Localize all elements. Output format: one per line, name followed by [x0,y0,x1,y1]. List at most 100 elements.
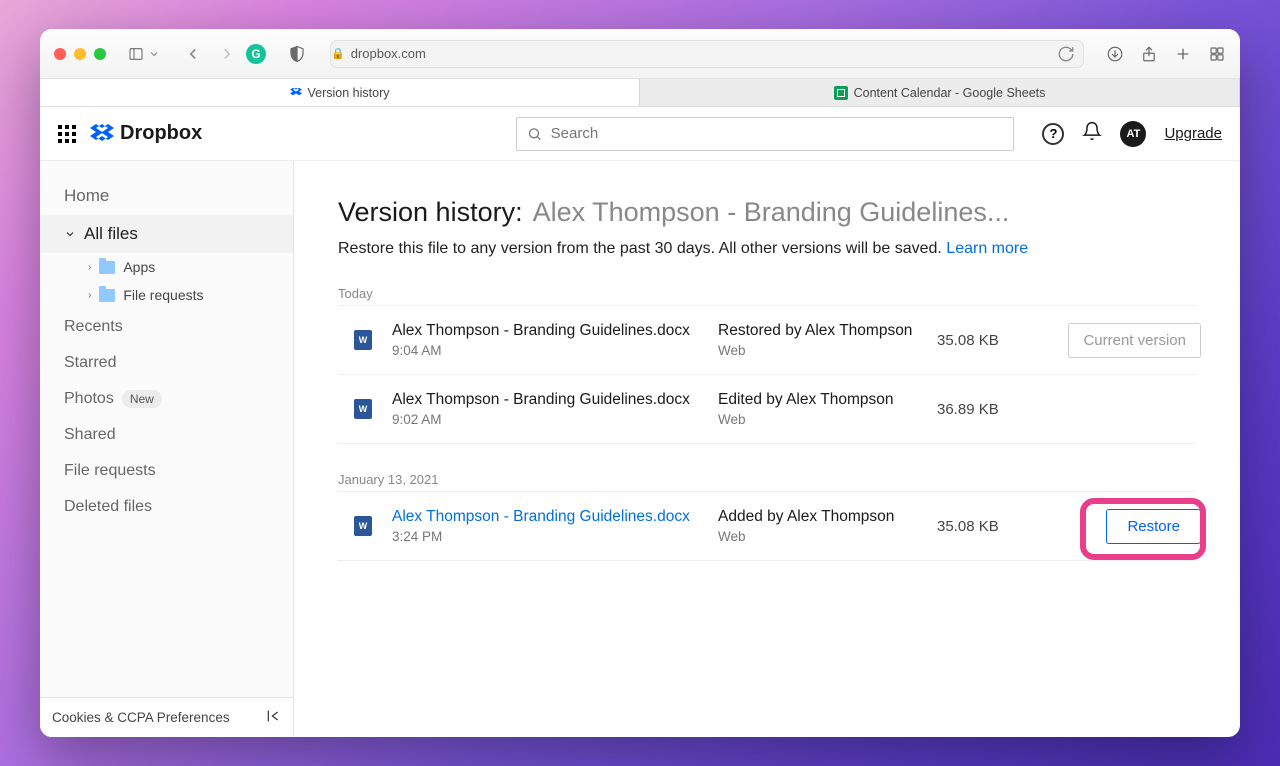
nav-buttons [184,45,236,63]
window-controls [54,48,106,60]
version-group-label: January 13, 2021 [338,472,1196,487]
tab-content-calendar[interactable]: Content Calendar - Google Sheets [640,79,1240,106]
notifications-button[interactable] [1082,121,1102,146]
cookies-preferences-link[interactable]: Cookies & CCPA Preferences [52,710,230,725]
forward-button[interactable] [218,45,236,63]
fullscreen-window-button[interactable] [94,48,106,60]
tab-label: Version history [308,86,390,100]
word-doc-icon [348,394,378,424]
sidebar-item-shared[interactable]: Shared [40,417,293,453]
version-action: Edited by Alex Thompson [718,391,923,409]
search-box[interactable] [516,117,1014,151]
avatar-initials: AT [1127,128,1141,140]
search-input[interactable] [551,125,1004,142]
avatar[interactable]: AT [1120,121,1146,147]
toolbar-right [1106,45,1226,63]
google-sheets-icon [834,86,848,100]
sidebar-item-home[interactable]: Home [40,177,293,215]
sidebar-item-label: File requests [64,462,156,480]
version-action: Added by Alex Thompson [718,508,923,526]
minimize-window-button[interactable] [74,48,86,60]
new-tab-button[interactable] [1174,45,1192,63]
back-button[interactable] [184,45,202,63]
dropbox-icon [90,123,114,145]
sidebar-item-label: Recents [64,318,123,336]
close-window-button[interactable] [54,48,66,60]
share-button[interactable] [1140,45,1158,63]
version-action-column: Restored by Alex Thompson Web [718,322,923,358]
upgrade-link[interactable]: Upgrade [1164,125,1222,142]
search-icon [527,126,542,142]
shield-icon[interactable] [288,45,306,63]
sidebar: Home All files › Apps › File requests Re… [40,161,294,737]
version-button-column: Current version [1051,323,1201,358]
version-row: Alex Thompson - Branding Guidelines.docx… [338,491,1196,561]
lock-icon: 🔒 [331,47,345,60]
version-action-column: Edited by Alex Thompson Web [718,391,923,427]
reload-button[interactable] [1057,45,1075,63]
safari-window: G 🔒 dropbox.com Version history Content … [40,29,1240,737]
sidebar-item-all-files[interactable]: All files [40,215,293,253]
version-source: Web [718,412,923,427]
sidebar-item-label: Photos [64,390,114,408]
word-doc-icon [348,325,378,355]
tab-overview-button[interactable] [1208,45,1226,63]
main-content: Version history: Alex Thompson - Brandin… [294,161,1240,737]
version-time: 9:02 AM [392,412,704,427]
sidebar-item-deleted-files[interactable]: Deleted files [40,489,293,525]
app-body: Home All files › Apps › File requests Re… [40,161,1240,737]
brand-text: Dropbox [120,122,202,145]
folder-icon [99,261,115,274]
chevron-right-icon: › [88,262,91,273]
sidebar-subitem-file-requests[interactable]: › File requests [40,281,293,309]
restore-button[interactable]: Restore [1106,509,1201,544]
version-filename: Alex Thompson - Branding Guidelines.docx [392,322,704,340]
page-title: Version history: Alex Thompson - Brandin… [338,197,1196,228]
grammarly-extension-icon[interactable]: G [246,44,266,64]
version-button-column: Restore [1051,509,1201,544]
version-list: Alex Thompson - Branding Guidelines.docx… [338,305,1196,444]
collapse-sidebar-button[interactable] [265,708,281,727]
sidebar-subitem-apps[interactable]: › Apps [40,253,293,281]
sidebar-item-label: Apps [123,259,155,275]
version-time: 3:24 PM [392,529,704,544]
sidebar-item-photos[interactable]: Photos New [40,381,293,417]
tab-version-history[interactable]: Version history [40,79,640,106]
version-row: Alex Thompson - Branding Guidelines.docx… [338,375,1196,444]
version-group-label: Today [338,286,1196,301]
version-name-column: Alex Thompson - Branding Guidelines.docx… [392,322,704,358]
subhead-text: Restore this file to any version from th… [338,240,946,257]
url-bar[interactable]: 🔒 dropbox.com [330,40,1084,68]
sidebar-item-label: Starred [64,354,116,372]
version-action-column: Added by Alex Thompson Web [718,508,923,544]
new-badge: New [122,390,162,408]
title-filename: Alex Thompson - Branding Guidelines... [533,197,1010,228]
learn-more-link[interactable]: Learn more [946,240,1028,257]
version-name-column: Alex Thompson - Branding Guidelines.docx… [392,508,704,544]
version-filename: Alex Thompson - Branding Guidelines.docx [392,391,704,409]
version-source: Web [718,529,923,544]
title-prefix: Version history: [338,197,523,228]
url-text: dropbox.com [351,46,426,61]
sidebar-toggle-button[interactable] [126,46,160,62]
version-filename[interactable]: Alex Thompson - Branding Guidelines.docx [392,508,704,526]
dropbox-logo[interactable]: Dropbox [90,122,202,145]
safari-toolbar: G 🔒 dropbox.com [40,29,1240,79]
app-launcher-button[interactable] [58,125,76,143]
sidebar-item-label: All files [84,224,138,244]
current-version-label: Current version [1068,323,1201,358]
version-source: Web [718,343,923,358]
page-subhead: Restore this file to any version from th… [338,240,1196,258]
version-size: 35.08 KB [937,518,1023,535]
chevron-down-icon [64,228,76,240]
sidebar-item-starred[interactable]: Starred [40,345,293,381]
downloads-button[interactable] [1106,45,1124,63]
sidebar-item-file-requests[interactable]: File requests [40,453,293,489]
help-button[interactable]: ? [1042,123,1064,145]
word-doc-icon [348,511,378,541]
version-row: Alex Thompson - Branding Guidelines.docx… [338,305,1196,375]
tab-strip: Version history Content Calendar - Googl… [40,79,1240,107]
sidebar-item-recents[interactable]: Recents [40,309,293,345]
version-size: 35.08 KB [937,332,1023,349]
sidebar-item-label: Deleted files [64,498,152,516]
